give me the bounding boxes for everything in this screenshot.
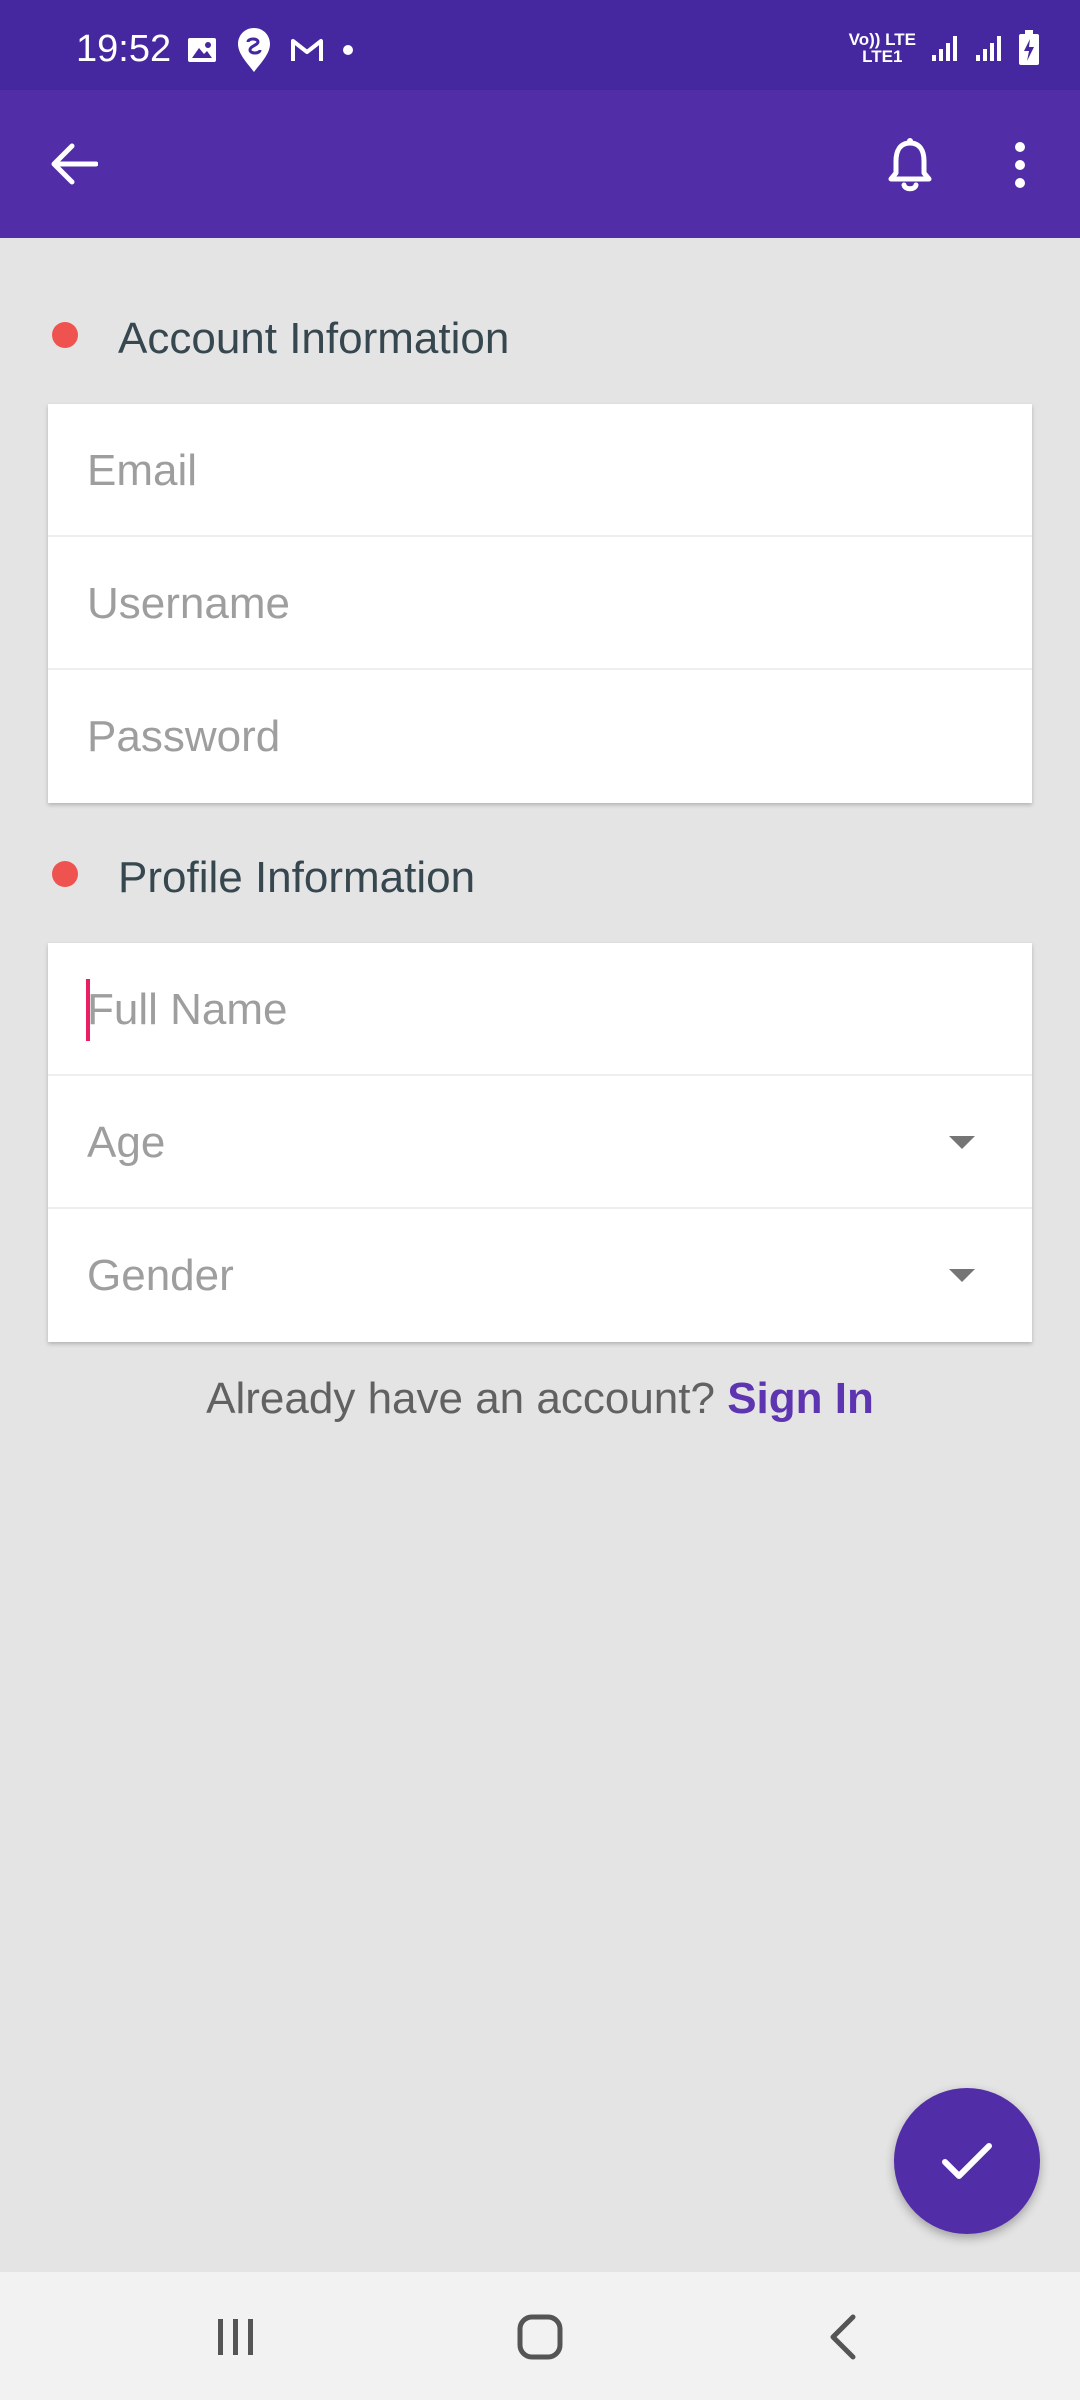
dropdown-arrow-icon xyxy=(949,1136,975,1149)
email-placeholder: Email xyxy=(87,446,198,495)
battery-charging-icon xyxy=(1019,30,1039,65)
profile-section-header: Profile Information xyxy=(0,839,1080,909)
network-label: Vo)) LTE LTE1 xyxy=(849,31,916,65)
network-top-label: Vo)) LTE xyxy=(848,30,916,49)
submit-fab-button[interactable] xyxy=(894,2088,1040,2234)
signal-icon xyxy=(932,36,957,61)
back-icon[interactable] xyxy=(802,2302,882,2372)
account-card: Email Username Password xyxy=(48,404,1032,803)
password-field[interactable]: Password xyxy=(48,670,1032,803)
notification-dot-icon xyxy=(343,45,353,55)
home-icon[interactable] xyxy=(500,2302,580,2372)
network-bottom-label: LTE1 xyxy=(862,47,903,66)
profile-section-title: Profile Information xyxy=(118,853,476,902)
full-name-field[interactable]: Full Name xyxy=(48,943,1032,1076)
age-dropdown[interactable]: Age xyxy=(48,1076,1032,1209)
gmail-icon xyxy=(291,39,323,61)
account-section-header: Account Information xyxy=(0,300,1080,370)
swiggy-icon xyxy=(238,28,270,72)
email-field[interactable]: Email xyxy=(48,404,1032,537)
gender-dropdown[interactable]: Gender xyxy=(48,1209,1032,1342)
gallery-icon xyxy=(188,38,216,62)
status-time: 19:52 xyxy=(76,28,172,70)
age-placeholder: Age xyxy=(87,1118,166,1167)
section-dot-icon xyxy=(52,861,78,887)
check-icon xyxy=(942,2143,992,2179)
profile-card: Full Name Age Gender xyxy=(48,943,1032,1342)
full-name-placeholder: Full Name xyxy=(87,985,288,1034)
signin-link[interactable]: Sign In xyxy=(727,1374,874,1423)
gender-placeholder: Gender xyxy=(87,1251,234,1300)
arrow-back-icon[interactable] xyxy=(34,134,114,194)
password-placeholder: Password xyxy=(87,712,281,761)
section-dot-icon xyxy=(52,322,78,348)
username-placeholder: Username xyxy=(87,579,290,628)
signin-row: Already have an account? Sign In xyxy=(0,1374,1080,1424)
username-field[interactable]: Username xyxy=(48,537,1032,670)
signin-prompt: Already have an account? xyxy=(206,1374,715,1423)
bell-icon[interactable] xyxy=(870,130,950,200)
dropdown-arrow-icon xyxy=(949,1269,975,1282)
signal-icon xyxy=(976,36,1001,61)
account-section-title: Account Information xyxy=(118,314,510,363)
system-nav-bar xyxy=(0,2272,1080,2400)
status-bar: 19:52 Vo)) LTE LTE1 xyxy=(0,0,1080,90)
more-vertical-icon[interactable] xyxy=(990,130,1050,200)
recent-apps-icon[interactable] xyxy=(196,2302,276,2372)
app-bar xyxy=(0,90,1080,238)
